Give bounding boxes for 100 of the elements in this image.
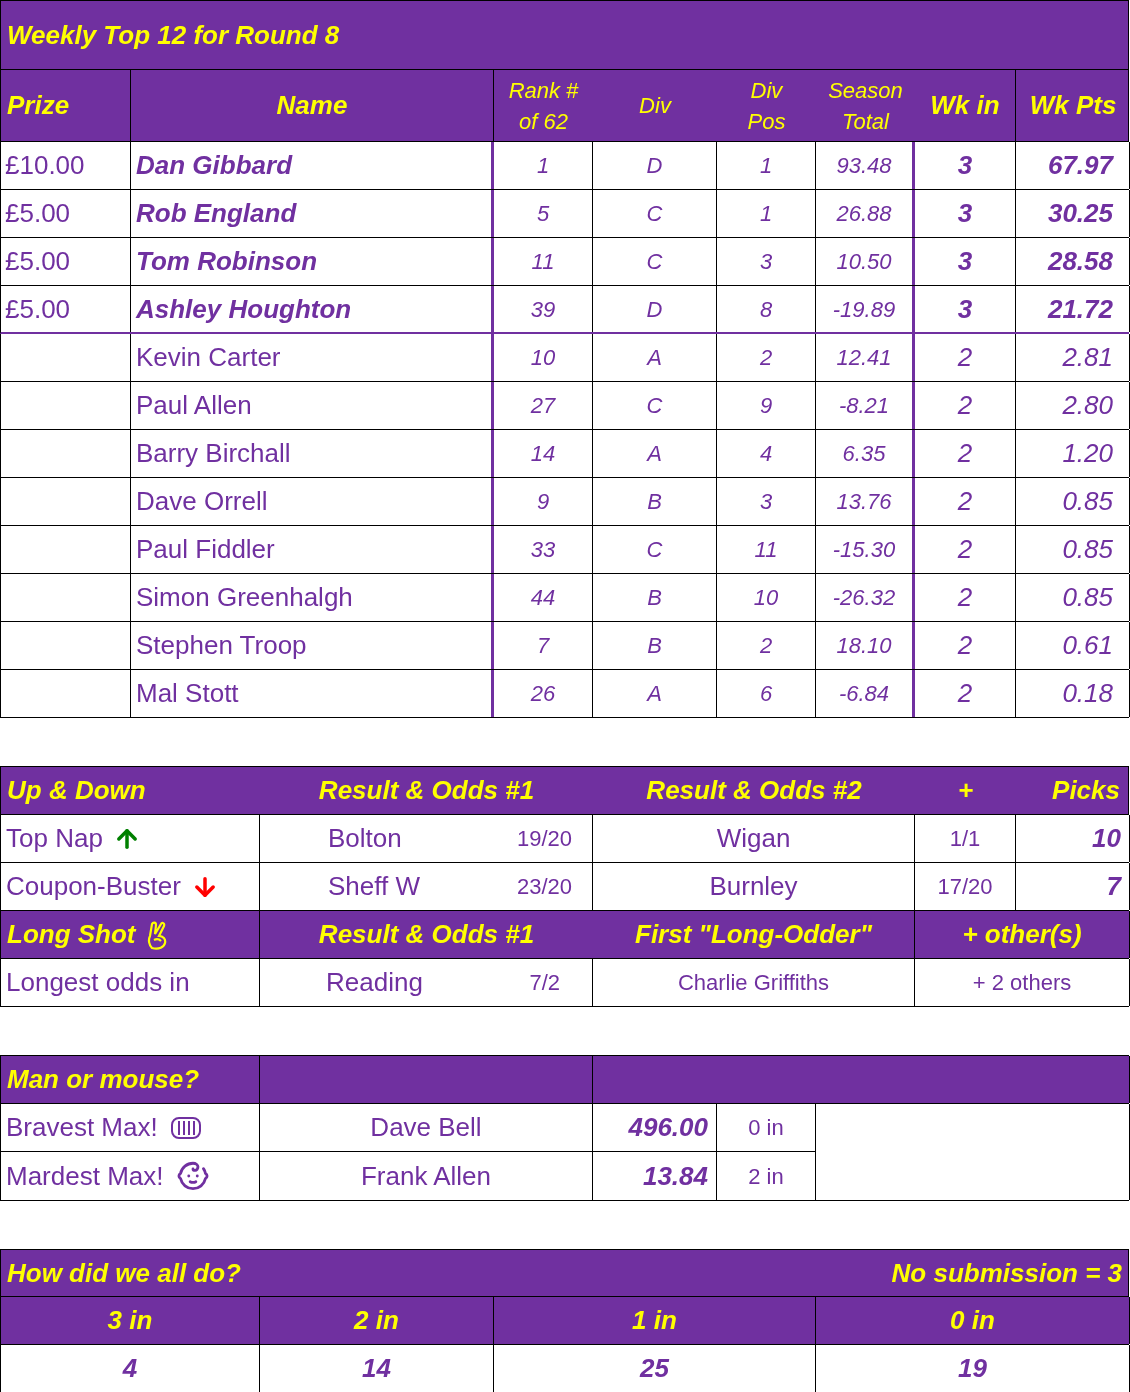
team-name: Bolton xyxy=(328,822,402,855)
table-cell-text: 67.97 xyxy=(1047,149,1113,182)
odds-value: 7/2 xyxy=(529,969,560,997)
table-cell-text: 1 xyxy=(536,152,550,180)
table-cell-text: B xyxy=(647,488,662,516)
column-header: Div Pos xyxy=(746,76,787,136)
section-header: First "Long-Odder" xyxy=(635,918,872,951)
table-cell-text: 3 xyxy=(957,149,973,182)
table-cell-text: C xyxy=(646,536,663,564)
table-cell-text: C xyxy=(646,248,663,276)
in-count: 2 in xyxy=(748,1162,784,1191)
section-header: 1 in xyxy=(632,1304,677,1337)
table-cell-text: -26.32 xyxy=(832,584,896,612)
section-header: No submission = 3 xyxy=(891,1256,1122,1290)
table-cell-text: 44 xyxy=(530,584,556,612)
max-value: 13.84 xyxy=(642,1159,708,1193)
table-cell-text: 18.10 xyxy=(836,632,892,660)
table-cell-text: 6 xyxy=(759,680,773,708)
table-cell-text: 14 xyxy=(530,440,556,468)
team-name: Sheff W xyxy=(328,870,420,903)
column-header: Prize xyxy=(1,70,131,141)
table-cell-text: 0.85 xyxy=(1062,533,1113,566)
table-cell-text: D xyxy=(646,295,663,324)
table-title: Weekly Top 12 for Round 8 xyxy=(0,0,1129,70)
table-cell-text: -6.84 xyxy=(838,680,890,708)
player-name: Ashley Houghton xyxy=(136,292,352,326)
player-name: Dave Orrell xyxy=(136,485,268,518)
section-header: 0 in xyxy=(950,1304,995,1337)
section-header: Result & Odds #1 xyxy=(318,774,535,807)
player-name: Barry Birchall xyxy=(136,437,291,470)
table-cell-text: 2 xyxy=(759,632,773,660)
table-cell-text: 26 xyxy=(530,680,556,708)
table-cell-text: 2 xyxy=(759,344,773,372)
table-cell-text: 3 xyxy=(759,248,773,276)
table-cell-text: 39 xyxy=(530,295,556,324)
table-cell-text: 26.88 xyxy=(836,200,892,228)
column-header: Rank # of 62 xyxy=(507,76,580,136)
section-header: + other(s) xyxy=(962,918,1082,951)
in-count: 0 in xyxy=(748,1114,784,1142)
player-name: Mal Stott xyxy=(136,677,239,710)
table-cell-text: C xyxy=(646,200,663,228)
odds-value: 17/20 xyxy=(937,873,993,901)
section-header: Up & Down xyxy=(7,774,146,807)
table-cell-text: D xyxy=(646,152,663,180)
table-cell-text: 0.61 xyxy=(1062,629,1113,662)
team-name: Wigan xyxy=(716,822,791,855)
table-cell-text: £10.00 xyxy=(5,149,85,182)
table-cell-text: 0.18 xyxy=(1062,677,1113,710)
player-name: Paul Fiddler xyxy=(136,533,275,566)
player-name: Dan Gibbard xyxy=(136,149,292,182)
team-name: Burnley xyxy=(709,870,798,903)
table-cell-text: £5.00 xyxy=(5,292,71,326)
table-cell-text: 2 xyxy=(957,389,973,422)
column-header: Name xyxy=(131,70,494,141)
table-cell-text: 2.81 xyxy=(1062,341,1113,374)
table-cell-text: 30.25 xyxy=(1047,197,1113,230)
table-cell-text: 11 xyxy=(531,248,555,276)
table-cell-text: B xyxy=(647,584,662,612)
table-cell-text: 12.41 xyxy=(836,344,892,372)
table-cell-text: 2 xyxy=(957,533,973,566)
table-cell-text: C xyxy=(646,392,663,420)
table-cell-text: 10 xyxy=(753,584,779,612)
table-cell-text: 1 xyxy=(759,200,773,228)
odds-value: 19/20 xyxy=(516,825,572,853)
table-cell-text: 3 xyxy=(957,245,973,278)
table-cell-text: 93.48 xyxy=(836,152,892,180)
table-cell-text: 13.76 xyxy=(836,488,892,516)
table-cell-text: A xyxy=(647,440,662,468)
table-cell-text: 8 xyxy=(759,295,773,324)
table-cell-text: A xyxy=(647,344,662,372)
table-cell-text: 2.80 xyxy=(1062,389,1113,422)
column-header: Season Total xyxy=(827,76,904,136)
table-cell-text: -19.89 xyxy=(832,295,896,324)
table-cell-text: 2 xyxy=(957,581,973,614)
section-header: + xyxy=(957,774,974,807)
table-cell-text: 27 xyxy=(530,392,556,420)
count-value: 19 xyxy=(958,1352,987,1385)
player-name: Charlie Griffiths xyxy=(677,969,830,997)
section-header: Result & Odds #1 xyxy=(318,918,535,951)
table-cell-text: -8.21 xyxy=(838,392,890,420)
table-cell-text: 33 xyxy=(530,536,556,564)
row-label: Longest odds in xyxy=(6,966,190,999)
team-name: Reading xyxy=(326,966,423,999)
section-header: 2 in xyxy=(354,1304,399,1337)
table-cell-text: 2 xyxy=(957,629,973,662)
table-cell-text: 0.85 xyxy=(1062,485,1113,518)
column-header: Wk Pts xyxy=(1028,89,1118,122)
table-cell-text: B xyxy=(647,632,662,660)
table-cell-text: 9 xyxy=(759,392,773,420)
count-value: 14 xyxy=(362,1352,391,1385)
table-cell-text: A xyxy=(647,680,662,708)
table-cell-text: 4 xyxy=(759,440,773,468)
table-cell-text: 28.58 xyxy=(1047,245,1113,278)
table-cell-text: 10 xyxy=(530,344,556,372)
table-cell-text: 9 xyxy=(536,488,550,516)
table-cell-text: 3 xyxy=(759,488,773,516)
table-cell-text: 1.20 xyxy=(1062,437,1113,470)
table-cell-text: 10.50 xyxy=(836,248,892,276)
row-label: Bravest Max! xyxy=(6,1111,158,1144)
row-label: Mardest Max! xyxy=(6,1159,164,1193)
